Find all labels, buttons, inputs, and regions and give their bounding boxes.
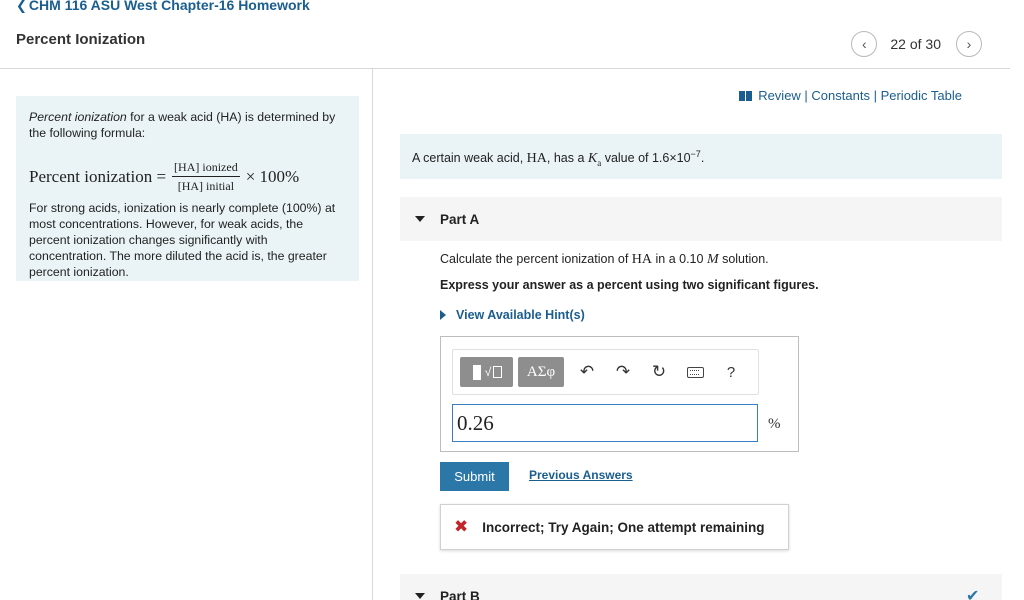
- collapse-triangle-icon: [415, 593, 425, 599]
- previous-answers-link[interactable]: Previous Answers: [529, 468, 633, 482]
- book-icon: [739, 90, 753, 101]
- intro-paragraph-2: For strong acids, ionization is nearly c…: [29, 201, 336, 279]
- collapse-triangle-icon: [415, 216, 425, 222]
- review-link[interactable]: Review: [758, 88, 801, 103]
- keyboard-glyph: [686, 366, 704, 378]
- chevron-left-icon: ❮: [16, 0, 27, 13]
- reset-icon[interactable]: ↻: [641, 357, 677, 387]
- chevron-right-icon: ›: [966, 36, 972, 52]
- template-box-icon: [493, 366, 503, 378]
- radical-icon: √: [484, 365, 492, 379]
- templates-button[interactable]: √: [460, 357, 513, 387]
- molarity-unit: M: [706, 252, 719, 267]
- expand-triangle-icon: [440, 310, 446, 320]
- hint-label: View Available Hint(s): [456, 308, 585, 322]
- course-link-label: CHM 116 ASU West Chapter-16 Homework: [28, 0, 310, 13]
- formula-denominator: [HA] initial: [177, 179, 235, 193]
- prompt-text: in a 0.10: [652, 252, 707, 266]
- chevron-left-icon: ‹: [862, 36, 867, 52]
- intro-term: Percent ionization: [29, 110, 127, 124]
- answer-area: √ ΑΣφ ↶ ↷ ↻ ? %: [440, 336, 799, 452]
- part-a-prompt: Calculate the percent ionization of HA i…: [440, 252, 769, 268]
- intro-panel: Percent ionization for a weak acid (HA) …: [16, 96, 359, 281]
- help-button[interactable]: ?: [713, 357, 749, 387]
- next-item-button[interactable]: ›: [956, 31, 982, 57]
- part-a-title: Part A: [440, 211, 480, 227]
- ka-exponent: −7: [690, 149, 701, 159]
- constants-link[interactable]: Constants: [811, 88, 870, 103]
- question-text: value of 1.6×10: [601, 151, 691, 166]
- question-text: A certain weak acid,: [412, 151, 527, 166]
- error-x-icon: ✖: [454, 517, 469, 536]
- redo-icon[interactable]: ↷: [605, 357, 641, 387]
- feedback-message: ✖ Incorrect; Try Again; One attempt rema…: [440, 504, 789, 550]
- formula-fraction: [HA] ionized [HA] initial: [172, 159, 240, 194]
- answer-unit: %: [768, 416, 781, 432]
- formula-rhs: × 100%: [245, 166, 300, 186]
- template-block-icon: [472, 364, 481, 380]
- page-title: Percent Ionization: [16, 31, 146, 48]
- part-a-header[interactable]: Part A: [400, 197, 1002, 241]
- previous-item-button[interactable]: ‹: [851, 31, 878, 57]
- feedback-text: Incorrect; Try Again; One attempt remain…: [482, 519, 765, 535]
- acid-symbol: HA: [631, 252, 653, 267]
- pager: ‹ 22 of 30 ›: [851, 31, 982, 57]
- course-homework-link[interactable]: ❮ CHM 116 ASU West Chapter-16 Homework: [16, 0, 310, 14]
- links-separator: |: [869, 88, 881, 103]
- resource-links: Review | Constants | Periodic Table: [739, 88, 962, 103]
- part-b-header[interactable]: Part B: [400, 574, 1002, 600]
- submit-button[interactable]: Submit: [440, 462, 509, 491]
- percent-ionization-formula: Percent ionization = [HA] ionized [HA] i…: [29, 159, 345, 194]
- column-divider: [372, 69, 373, 600]
- answer-input[interactable]: [452, 404, 758, 442]
- answer-instructions: Express your answer as a percent using t…: [440, 278, 819, 292]
- prompt-text: solution.: [718, 252, 769, 266]
- prompt-text: Calculate the percent ionization of: [440, 252, 632, 266]
- question-stem: A certain weak acid, HA, has a Ka value …: [400, 134, 1002, 179]
- question-text: , has a: [546, 151, 588, 166]
- pager-count: 22 of 30: [890, 36, 941, 52]
- links-separator: |: [800, 88, 812, 103]
- question-text: .: [700, 151, 705, 166]
- ka-symbol: Ka: [587, 151, 602, 168]
- checkmark-icon: ✔: [966, 588, 980, 600]
- undo-icon[interactable]: ↶: [569, 357, 605, 387]
- part-b-title: Part B: [440, 588, 480, 600]
- intro-paragraph-1: Percent ionization for a weak acid (HA) …: [29, 109, 345, 141]
- view-hints-toggle[interactable]: View Available Hint(s): [440, 308, 585, 322]
- formula-lhs: Percent ionization =: [29, 166, 167, 186]
- acid-symbol: HA: [526, 151, 547, 167]
- greek-symbols-button[interactable]: ΑΣφ: [518, 357, 564, 387]
- keyboard-icon[interactable]: [677, 357, 713, 387]
- formula-numerator: [HA] ionized: [172, 159, 240, 177]
- math-toolbar: √ ΑΣφ ↶ ↷ ↻ ?: [452, 349, 759, 395]
- header-divider: [0, 68, 1010, 69]
- periodic-table-link[interactable]: Periodic Table: [881, 88, 962, 103]
